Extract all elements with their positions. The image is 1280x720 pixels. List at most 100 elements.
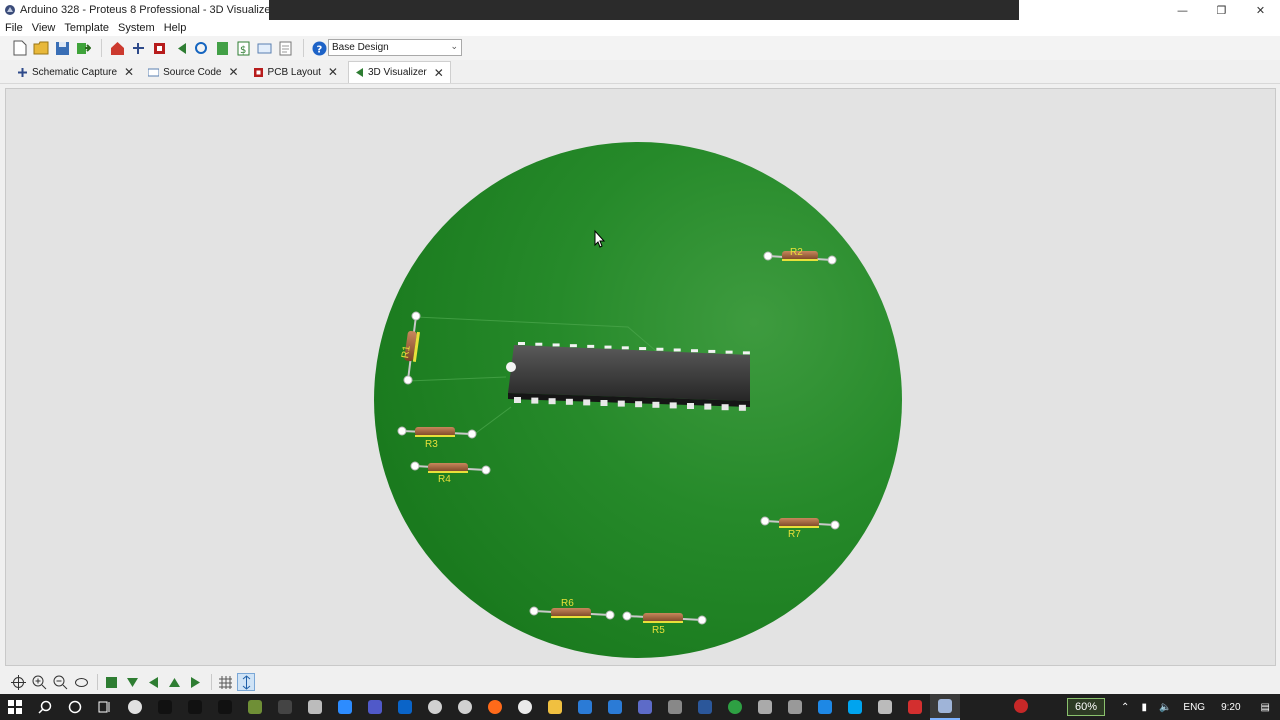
chip-pin xyxy=(587,344,595,348)
notification-icon[interactable]: ▤ xyxy=(1261,702,1270,713)
taskbar-app-icon[interactable] xyxy=(240,694,270,720)
taskbar-app-icon[interactable] xyxy=(600,694,630,720)
start-icon[interactable] xyxy=(0,694,30,720)
taskbar-app-icon[interactable] xyxy=(420,694,450,720)
taskbar-app-icon[interactable] xyxy=(540,694,570,720)
rotate-icon[interactable] xyxy=(72,673,90,691)
taskbar-app-icon[interactable] xyxy=(210,694,240,720)
taskbar-app-icon[interactable] xyxy=(570,694,600,720)
taskbar-app-icon[interactable] xyxy=(300,694,330,720)
taskbar-app-icon[interactable] xyxy=(870,694,900,720)
front-view-icon[interactable] xyxy=(123,673,141,691)
chip-pin xyxy=(725,350,733,354)
right-view-icon[interactable] xyxy=(186,673,204,691)
chip-pin xyxy=(639,347,647,351)
taskbar-app-icon[interactable] xyxy=(720,694,750,720)
taskbar-app-icon[interactable] xyxy=(330,694,360,720)
toolbar-separator xyxy=(101,39,102,57)
task-view-icon[interactable] xyxy=(90,694,120,720)
gerber-view-icon[interactable] xyxy=(192,39,210,57)
chip-pin xyxy=(569,344,577,348)
notes-icon[interactable] xyxy=(276,39,294,57)
menu-file[interactable]: File xyxy=(5,22,23,34)
taskbar-app-icon[interactable] xyxy=(900,694,930,720)
taskbar-app-icon[interactable] xyxy=(690,694,720,720)
menu-template[interactable]: Template xyxy=(64,22,109,34)
resistor-label-r4: R4 xyxy=(438,474,451,485)
3d-viewport[interactable]: R1 R2 R3 R4 R5 R6 R7 xyxy=(5,88,1276,666)
close-tab-icon[interactable]: ✕ xyxy=(124,65,134,79)
restore-button[interactable]: ❐ xyxy=(1202,0,1241,20)
bom-icon[interactable] xyxy=(213,39,231,57)
taskbar-app-icon[interactable] xyxy=(450,694,480,720)
close-tab-icon[interactable]: ✕ xyxy=(328,65,338,79)
record-icon[interactable] xyxy=(1013,698,1029,717)
back-icon[interactable] xyxy=(171,39,189,57)
taskbar-app-icon[interactable] xyxy=(390,694,420,720)
tab-pcb-layout[interactable]: PCB Layout ✕ xyxy=(249,61,344,83)
taskbar-app-icon[interactable] xyxy=(150,694,180,720)
chip-pin xyxy=(704,403,712,410)
design-variant-select[interactable]: Base Design ⌄ xyxy=(328,39,462,56)
chip-pin xyxy=(721,404,729,411)
toolbar-separator xyxy=(303,39,304,57)
tab-schematic-capture[interactable]: Schematic Capture ✕ xyxy=(13,61,140,83)
back-view-icon[interactable] xyxy=(165,673,183,691)
battery-icon[interactable]: ▮ xyxy=(1141,702,1147,713)
help-icon[interactable]: ? xyxy=(310,39,328,57)
taskbar-app-icon[interactable] xyxy=(360,694,390,720)
volume-icon[interactable]: 🔈 xyxy=(1159,702,1171,713)
taskbar-app-icon[interactable] xyxy=(810,694,840,720)
language-indicator[interactable]: ENG xyxy=(1183,702,1205,713)
source-code-tab-icon xyxy=(148,67,160,78)
chip-pin xyxy=(621,346,629,350)
menu-system[interactable]: System xyxy=(118,22,155,34)
taskbar-app-icon[interactable] xyxy=(510,694,540,720)
home-icon[interactable] xyxy=(108,39,126,57)
taskbar-app-icon[interactable] xyxy=(660,694,690,720)
close-button[interactable]: ✕ xyxy=(1241,0,1280,20)
pcb-icon[interactable] xyxy=(150,39,168,57)
taskbar-app-icon[interactable] xyxy=(630,694,660,720)
cost-icon[interactable]: $ xyxy=(234,39,252,57)
battery-indicator[interactable]: 60% xyxy=(1067,698,1106,716)
close-tab-icon[interactable]: ✕ xyxy=(434,66,444,80)
tab-label: Schematic Capture xyxy=(32,66,118,78)
zoom-out-icon[interactable] xyxy=(51,673,69,691)
menu-view[interactable]: View xyxy=(32,22,56,34)
open-folder-icon[interactable] xyxy=(32,39,50,57)
save-icon[interactable] xyxy=(53,39,71,57)
chip-pin xyxy=(552,343,560,347)
chevron-down-icon: ⌄ xyxy=(450,41,458,51)
minimize-button[interactable]: — xyxy=(1163,0,1202,20)
taskbar-app-icon[interactable] xyxy=(480,694,510,720)
window-controls: — ❐ ✕ xyxy=(1163,0,1280,20)
taskbar-app-icon[interactable] xyxy=(120,694,150,720)
height-icon[interactable] xyxy=(237,673,255,691)
zoom-in-icon[interactable] xyxy=(30,673,48,691)
search-icon[interactable] xyxy=(30,694,60,720)
top-view-icon[interactable] xyxy=(102,673,120,691)
taskbar-app-icon[interactable] xyxy=(840,694,870,720)
new-file-icon[interactable] xyxy=(11,39,29,57)
import-icon[interactable] xyxy=(74,39,92,57)
menu-help[interactable]: Help xyxy=(164,22,187,34)
left-view-icon[interactable] xyxy=(144,673,162,691)
show-grid-icon[interactable] xyxy=(216,673,234,691)
tab-source-code[interactable]: Source Code ✕ xyxy=(144,61,244,83)
chip-pin xyxy=(673,348,681,352)
cortana-icon[interactable] xyxy=(60,694,90,720)
schematic-icon[interactable] xyxy=(129,39,147,57)
tab-3d-visualizer[interactable]: 3D Visualizer ✕ xyxy=(347,61,451,83)
taskbar-app-icon[interactable] xyxy=(270,694,300,720)
tab-label: 3D Visualizer xyxy=(367,67,427,78)
design-explorer-icon[interactable] xyxy=(255,39,273,57)
taskbar-app-icon[interactable] xyxy=(750,694,780,720)
chevron-up-icon[interactable]: ⌃ xyxy=(1121,702,1129,713)
taskbar-app-icon-proteus[interactable] xyxy=(930,694,960,720)
pan-icon[interactable] xyxy=(9,673,27,691)
close-tab-icon[interactable]: ✕ xyxy=(228,65,238,79)
taskbar-app-icon[interactable] xyxy=(180,694,210,720)
taskbar-app-icon[interactable] xyxy=(780,694,810,720)
clock[interactable]: 9:20 xyxy=(1221,702,1240,713)
